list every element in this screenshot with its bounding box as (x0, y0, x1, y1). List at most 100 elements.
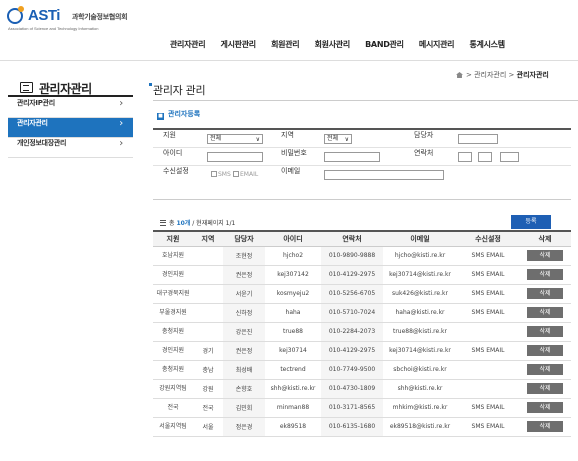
cell-receive: SMS EMAIL (457, 265, 519, 285)
cell-branch: 서울지역팀 (153, 417, 193, 437)
cell-manager: 서윤기 (223, 284, 265, 304)
header-email: 이메일 (383, 231, 457, 247)
cell-email: true88@kisti.re.kr (383, 322, 457, 342)
cell-receive: SMS EMAIL (457, 303, 519, 323)
cell-manager: 신하정 (223, 303, 265, 323)
title-divider (153, 100, 578, 101)
cell-region: 강원 (193, 379, 223, 399)
cell-region (193, 246, 223, 266)
delete-button[interactable]: 삭제 (527, 307, 563, 318)
cell-receive: SMS EMAIL (457, 417, 519, 437)
nav-item-band[interactable]: BAND관리 (365, 39, 404, 50)
delete-button[interactable]: 삭제 (527, 345, 563, 356)
delete-button[interactable]: 삭제 (527, 402, 563, 413)
delete-button[interactable]: 삭제 (527, 364, 563, 375)
table-row: 경인지원 경기 권은정 kej30714 010-4129-2975 kej30714@k… (153, 341, 571, 361)
email-field-label: 이메일 (281, 167, 301, 175)
email-checkbox[interactable]: EMAIL (233, 170, 258, 180)
cell-delete: 삭제 (519, 284, 571, 304)
header-region: 지역 (193, 231, 223, 247)
cell-manager: 권은정 (223, 341, 265, 361)
table-row: 경인지원 권은정 kej307142 010-4129-2975 kej30714@ki… (153, 265, 571, 285)
cell-branch: 전국 (153, 398, 193, 418)
id-input[interactable] (207, 152, 263, 162)
phone-input-1[interactable] (458, 152, 472, 162)
site-logo[interactable]: ASTi 과학기술정보협의회 Association of Science an… (6, 4, 156, 34)
cell-branch: 부울경지원 (153, 303, 193, 323)
delete-button[interactable]: 삭제 (527, 383, 563, 394)
delete-button[interactable]: 삭제 (527, 250, 563, 261)
phone-input-3[interactable] (500, 152, 519, 162)
table-row: 대구경북지원 서윤기 kosmyeju2 010-5256-6705 suk426@ki… (153, 284, 571, 304)
cell-region: 충남 (193, 360, 223, 380)
chevron-down-icon: ∨ (255, 136, 260, 143)
nav-item-member[interactable]: 회원관리 (271, 39, 300, 50)
cell-id: ek89518 (265, 417, 321, 437)
checkbox-icon (211, 171, 217, 177)
nav-item-board[interactable]: 게시판관리 (221, 39, 257, 50)
cell-phone: 010-2284-2073 (321, 322, 383, 342)
nav-item-admin[interactable]: 관리자관리 (170, 39, 206, 50)
cell-delete: 삭제 (519, 246, 571, 266)
cell-receive (457, 322, 519, 342)
delete-button[interactable]: 삭제 (527, 288, 563, 299)
cell-id: haha (265, 303, 321, 323)
chevron-right-icon: › (119, 98, 123, 109)
nav-item-statistics[interactable]: 통계시스템 (469, 39, 505, 50)
cell-id: shh@kisti.re.kr (265, 379, 321, 399)
id-label: 아이디 (163, 149, 183, 157)
header-id: 아이디 (265, 231, 321, 247)
sidebar-item-admin-ip[interactable]: 관리자IP관리 › (8, 98, 133, 118)
breadcrumb: > 관리자관리 > 관리자관리 (456, 70, 549, 80)
cell-email: kej30714@kisti.re.kr (383, 341, 457, 361)
breadcrumb-parent[interactable]: 관리자관리 (474, 71, 506, 79)
sidebar-item-label: 개인정보대장관리 (17, 139, 67, 147)
email-input[interactable] (324, 170, 444, 180)
home-icon[interactable] (456, 72, 463, 78)
cell-branch: 경인지원 (153, 265, 193, 285)
manager-label: 담당자 (414, 131, 434, 139)
cell-email: sbchoi@kisti.re.kr (383, 360, 457, 380)
cell-region (193, 322, 223, 342)
admin-table: 지원 지역 담당자 아이디 연락처 이메일 수신설정 삭제 호남지원 조현정 hjc… (153, 230, 571, 437)
branch-select[interactable]: 전체 ∨ (207, 134, 263, 144)
form-row: 아이디 비밀번호 연락처 (153, 148, 571, 166)
sidebar-item-privacy-ledger[interactable]: 개인정보대장관리 › (8, 138, 133, 158)
region-select[interactable]: 전체 ∨ (324, 134, 352, 144)
phone-input-2[interactable] (478, 152, 492, 162)
sidebar-title-label: 관리자관리 (39, 82, 92, 96)
cell-phone: 010-3171-8565 (321, 398, 383, 418)
form-row: 수신설정 SMS EMAIL 이메일 등록 (153, 166, 571, 229)
cell-delete: 삭제 (519, 379, 571, 399)
delete-button[interactable]: 삭제 (527, 421, 563, 432)
table-row: 충청지원 충남 최성배 tectrend 010-7749-9500 sbchoi@kis… (153, 360, 571, 380)
cell-manager: 정은경 (223, 417, 265, 437)
page-title: 관리자 관리 (148, 83, 206, 97)
list-count: 총 10개 / 현재페이지 1/1 (160, 218, 235, 227)
main-navigation: 관리자관리 게시판관리 회원관리 회원사관리 BAND관리 메시지관리 통계시스… (170, 39, 518, 51)
nav-item-message[interactable]: 메시지관리 (419, 39, 455, 50)
menu-book-icon (20, 82, 33, 93)
nav-item-member-company[interactable]: 회원사관리 (315, 39, 351, 50)
cell-branch: 충청지원 (153, 322, 193, 342)
sidebar-item-admin[interactable]: 관리자관리 › (8, 118, 133, 138)
register-button[interactable]: 등록 (511, 215, 551, 229)
cell-manager: 최성배 (223, 360, 265, 380)
sms-checkbox[interactable]: SMS (211, 170, 231, 180)
cell-manager: 강은진 (223, 322, 265, 342)
cell-manager: 권은정 (223, 265, 265, 285)
header-receive: 수신설정 (457, 231, 519, 247)
total-count: 10개 (176, 220, 191, 227)
manager-input[interactable] (458, 134, 498, 144)
table-row: 부울경지원 신하정 haha 010-5710-7024 haha@kisti.re.k… (153, 303, 571, 323)
region-label: 지역 (281, 131, 294, 139)
password-input[interactable] (324, 152, 380, 162)
cell-receive: SMS EMAIL (457, 246, 519, 266)
logo-korean-name: 과학기술정보협의회 (72, 13, 128, 21)
cell-receive: SMS EMAIL (457, 341, 519, 361)
cell-id: hjcho2 (265, 246, 321, 266)
delete-button[interactable]: 삭제 (527, 269, 563, 280)
cell-delete: 삭제 (519, 417, 571, 437)
cell-email: suk426@kisti.re.kr (383, 284, 457, 304)
delete-button[interactable]: 삭제 (527, 326, 563, 337)
